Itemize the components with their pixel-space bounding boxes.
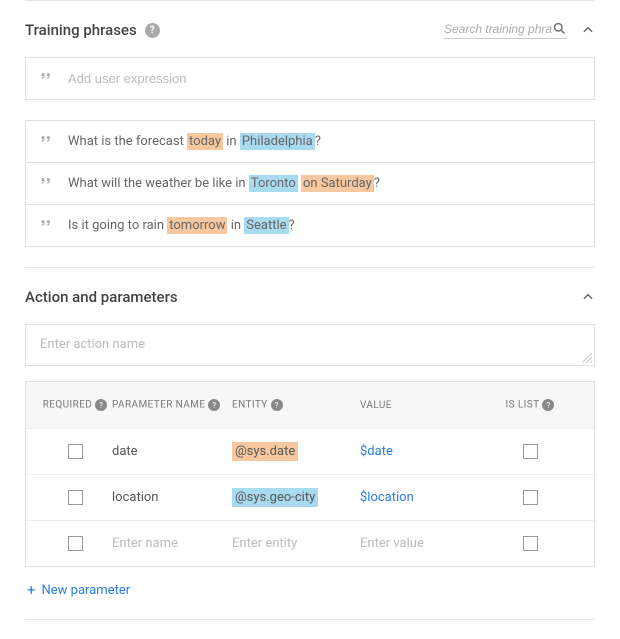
param-name[interactable]: date <box>112 444 138 459</box>
training-phrase-row[interactable]: What is the forecast today in Philadelph… <box>26 121 594 163</box>
help-icon[interactable]: ? <box>145 23 160 38</box>
parameter-row[interactable]: date @sys.date $date <box>26 428 594 474</box>
training-header: Training phrases ? <box>25 21 595 39</box>
training-phrase-list: What is the forecast today in Philadelph… <box>25 120 595 247</box>
help-icon[interactable]: ? <box>271 399 283 411</box>
required-checkbox[interactable] <box>68 536 83 551</box>
th-required: REQUIRED <box>43 400 93 411</box>
entity-highlight-date[interactable]: on Saturday <box>301 175 374 192</box>
search-training[interactable] <box>444 21 567 39</box>
param-value[interactable]: $date <box>360 444 393 459</box>
param-entity[interactable]: @sys.geo-city <box>232 488 318 507</box>
entity-highlight-geo[interactable]: Toronto <box>249 175 298 192</box>
parameter-table-header: REQUIRED? PARAMETER NAME? ENTITY? VALUE … <box>26 382 594 428</box>
entity-highlight-geo[interactable]: Seattle <box>244 217 288 234</box>
action-parameters-section: Action and parameters REQUIRED? PARAMETE… <box>25 268 595 619</box>
islist-checkbox[interactable] <box>523 536 538 551</box>
required-checkbox[interactable] <box>68 490 83 505</box>
add-expression-input[interactable] <box>68 71 580 86</box>
param-name[interactable]: location <box>112 490 158 505</box>
training-phrase-row[interactable]: Is it going to rain tomorrow in Seattle? <box>26 205 594 246</box>
entity-highlight-date[interactable]: today <box>187 133 223 150</box>
entity-highlight-date[interactable]: tomorrow <box>167 217 227 234</box>
search-icon <box>552 21 567 36</box>
param-entity-input[interactable]: Enter entity <box>232 536 297 551</box>
phrase-text: What will the weather be like in Toronto… <box>68 176 380 191</box>
th-entity: ENTITY <box>232 400 268 411</box>
resize-handle-icon[interactable] <box>582 353 592 363</box>
search-input[interactable] <box>444 22 552 36</box>
plus-icon: + <box>27 581 36 599</box>
parameter-table: REQUIRED? PARAMETER NAME? ENTITY? VALUE … <box>25 381 595 567</box>
th-param-name: PARAMETER NAME <box>112 400 205 411</box>
new-parameter-button[interactable]: + New parameter <box>25 567 595 599</box>
action-header: Action and parameters <box>25 288 595 306</box>
help-icon[interactable]: ? <box>542 399 554 411</box>
th-islist: IS LIST <box>506 400 540 411</box>
islist-checkbox[interactable] <box>523 444 538 459</box>
add-expression-box[interactable] <box>25 57 595 100</box>
action-title: Action and parameters <box>25 288 178 306</box>
quote-icon <box>40 70 54 87</box>
help-icon[interactable]: ? <box>95 399 107 411</box>
help-icon[interactable]: ? <box>208 399 220 411</box>
param-value[interactable]: $location <box>360 490 414 505</box>
phrase-text: What is the forecast today in Philadelph… <box>68 134 321 149</box>
collapse-action-icon[interactable] <box>581 290 595 304</box>
phrase-text: Is it going to rain tomorrow in Seattle? <box>68 218 295 233</box>
training-phrase-row[interactable]: What will the weather be like in Toronto… <box>26 163 594 205</box>
quote-icon <box>40 175 54 192</box>
entity-highlight-geo[interactable]: Philadelphia <box>240 133 315 150</box>
quote-icon <box>40 133 54 150</box>
param-name-input[interactable]: Enter name <box>112 536 178 551</box>
th-value: VALUE <box>360 400 392 411</box>
action-name-box[interactable] <box>25 324 595 366</box>
quote-icon <box>40 217 54 234</box>
parameter-empty-row[interactable]: Enter name Enter entity Enter value <box>26 520 594 566</box>
islist-checkbox[interactable] <box>523 490 538 505</box>
training-title: Training phrases <box>25 21 137 39</box>
parameter-row[interactable]: location @sys.geo-city $location <box>26 474 594 520</box>
training-phrases-section: Training phrases ? What is the forecast … <box>25 1 595 267</box>
param-value-input[interactable]: Enter value <box>360 536 424 551</box>
new-parameter-label: New parameter <box>42 583 131 598</box>
action-name-input[interactable] <box>26 325 594 365</box>
param-entity[interactable]: @sys.date <box>232 442 298 461</box>
required-checkbox[interactable] <box>68 444 83 459</box>
collapse-training-icon[interactable] <box>581 23 595 37</box>
